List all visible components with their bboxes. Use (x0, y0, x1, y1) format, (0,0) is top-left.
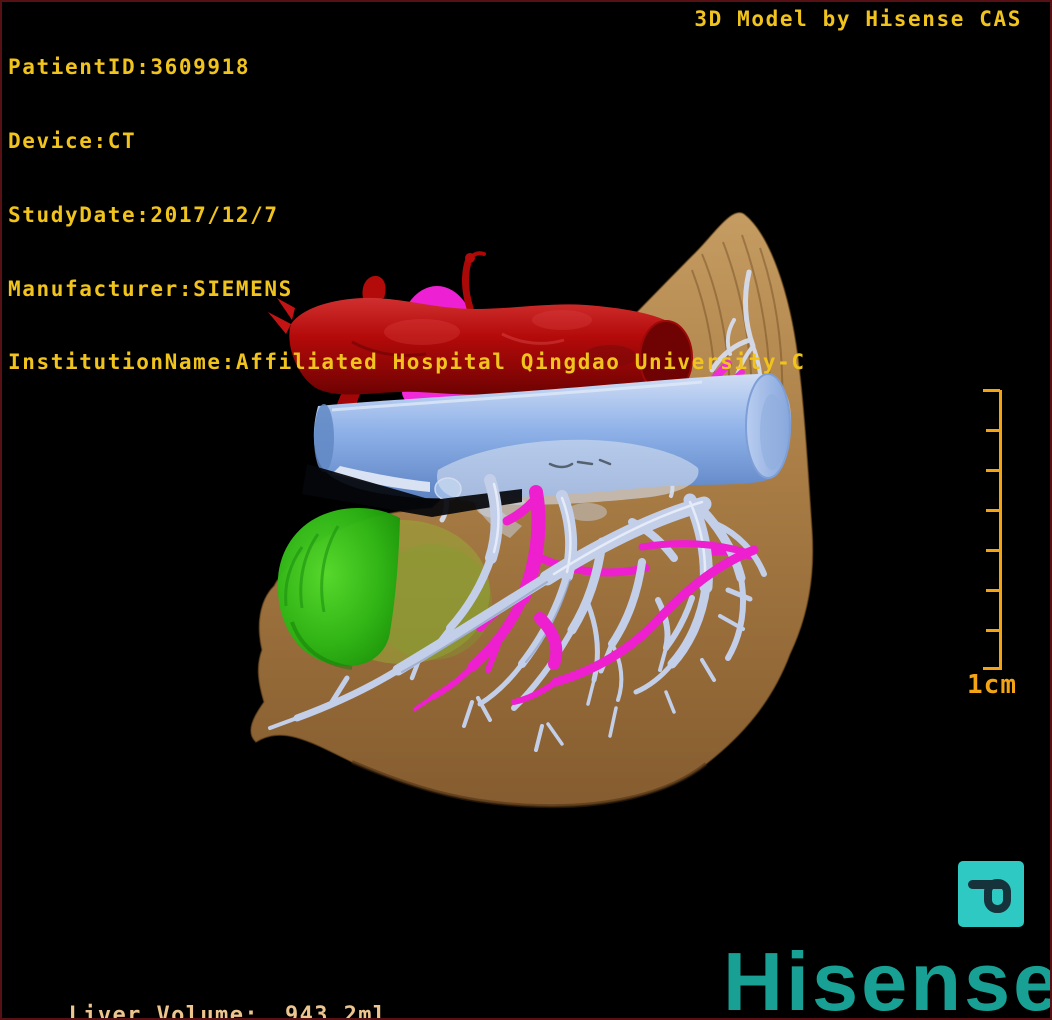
liver-volume-readout: Liver Volume: 943.2ml (10, 978, 388, 1020)
institution-line: InstitutionName:Affiliated Hospital Qing… (8, 350, 806, 375)
patient-id-line: PatientID:3609918 (8, 55, 251, 80)
scale-tick (983, 389, 1000, 392)
hisense-logo: Hisense (723, 935, 1052, 1020)
cas-3d-view-window: PatientID:3609918 Device:CT StudyDate:20… (0, 0, 1052, 1020)
liver-volume-label: Liver Volume: (68, 1003, 259, 1020)
scale-tick (986, 429, 1000, 432)
device-line: Device:CT (8, 128, 137, 153)
patient-info-overlay: PatientID:3609918 Device:CT StudyDate:20… (8, 6, 806, 424)
liver-volume-value: 943.2ml (284, 1003, 388, 1020)
scale-tick (986, 509, 1000, 512)
watermark-title: 3D Model by Hisense CAS (694, 7, 1022, 31)
study-date-line: StudyDate:2017/12/7 (8, 202, 279, 227)
scale-tick (986, 469, 1000, 472)
scale-tick (986, 629, 1000, 632)
scale-bar-line (999, 390, 1002, 670)
scale-tick (986, 549, 1000, 552)
scale-label: 1cm (967, 670, 1017, 700)
scale-tick (986, 589, 1000, 592)
manufacturer-line: Manufacturer:SIEMENS (8, 276, 293, 301)
hisense-p-icon (958, 861, 1024, 927)
